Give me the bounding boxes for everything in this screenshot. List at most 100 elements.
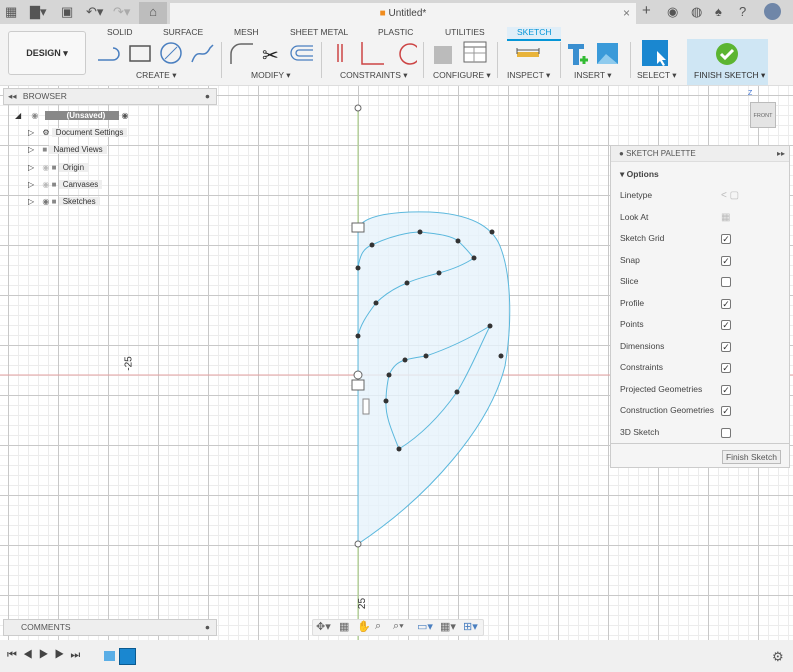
finish-sketch-button[interactable]: FINISH SKETCH ▾ xyxy=(687,39,768,85)
collapse-icon[interactable]: ◂◂ xyxy=(8,91,17,101)
display-settings-icon[interactable]: ▭▾ xyxy=(417,620,433,633)
undo-icon[interactable]: ↶▾ xyxy=(86,4,103,20)
create-menu[interactable]: CREATE ▾ xyxy=(136,70,176,81)
checkbox-slice[interactable] xyxy=(721,277,731,287)
modify-tools-icons[interactable]: ✂ xyxy=(228,40,318,68)
tab-sheet-metal[interactable]: SHEET METAL xyxy=(290,27,348,37)
divider xyxy=(221,42,222,78)
select-menu[interactable]: SELECT ▾ xyxy=(637,70,677,81)
options-section[interactable]: ▾ Options xyxy=(620,169,659,180)
configure-menu[interactable]: CONFIGURE ▾ xyxy=(433,70,491,81)
active-radio-icon[interactable]: ◉ xyxy=(122,111,129,120)
tab-mesh[interactable]: MESH xyxy=(234,27,259,37)
file-icon[interactable]: ▇▾ xyxy=(30,4,47,20)
fit-icon[interactable]: ⌕▾ xyxy=(393,620,404,633)
expand-icon[interactable]: ▷ xyxy=(28,145,34,154)
browser-item-sketches[interactable]: ▷ ◉ ■ Sketches xyxy=(28,195,100,208)
document-tab[interactable]: ■ Untitled* × xyxy=(170,3,636,24)
browser-item-canvases[interactable]: ▷ ◉ ■ Canvases xyxy=(28,178,103,191)
endpoint xyxy=(354,104,362,112)
expand-icon[interactable]: ▷ xyxy=(28,163,34,172)
checkbox-profile[interactable]: ✓ xyxy=(721,298,731,309)
gear-icon: ⚙ xyxy=(42,128,50,137)
timeline-controls[interactable]: ⏮◀▶▶⏭ xyxy=(7,649,86,662)
grid-settings-icon[interactable]: ▦▾ xyxy=(440,620,456,633)
checkbox-dimensions[interactable]: ✓ xyxy=(721,341,731,352)
avatar[interactable] xyxy=(764,3,781,20)
checkbox-3d-sketch[interactable] xyxy=(721,427,731,438)
folder-icon: ■ xyxy=(51,180,57,189)
svg-text:✂: ✂ xyxy=(262,45,279,67)
checkbox-snap[interactable]: ✓ xyxy=(721,255,731,266)
constraint-tools-icons[interactable] xyxy=(332,40,417,68)
pan-icon[interactable]: ✋ xyxy=(357,620,371,633)
view-cube[interactable]: Z FRONT xyxy=(746,90,780,132)
constraints-menu[interactable]: CONSTRAINTS ▾ xyxy=(340,70,408,81)
browser-item-document-settings[interactable]: ▷ ⚙ Document Settings xyxy=(28,126,128,139)
look-at-icon[interactable]: ▦ xyxy=(721,212,730,223)
checkbox-points[interactable]: ✓ xyxy=(721,320,731,330)
configure-tools-icons[interactable] xyxy=(432,40,492,68)
measure-icon[interactable] xyxy=(515,40,541,68)
add-comment-icon[interactable]: ● xyxy=(205,620,210,635)
extensions-icon[interactable]: ◉ xyxy=(667,4,678,20)
redo-icon[interactable]: ↷▾ xyxy=(113,4,130,20)
linetype-icons[interactable]: < ▢ xyxy=(721,190,739,201)
browser-item-named-views[interactable]: ▷ ■ Named Views xyxy=(28,143,107,156)
eye-icon[interactable]: ◉ xyxy=(42,197,49,206)
view-cube-front[interactable]: FRONT xyxy=(750,102,776,128)
modify-menu[interactable]: MODIFY ▾ xyxy=(251,70,291,81)
sketch-feature-icon[interactable] xyxy=(119,648,136,665)
inspect-menu[interactable]: INSPECT ▾ xyxy=(507,70,550,81)
expand-icon[interactable]: ▷ xyxy=(28,180,34,189)
browser-root[interactable]: ◢ ◉ (Unsaved) ◉ xyxy=(15,109,129,122)
tab-surface[interactable]: SURFACE xyxy=(163,27,203,37)
expand-panel-icon[interactable]: ▸▸ xyxy=(777,146,785,162)
plus-icon[interactable]: + xyxy=(642,2,651,19)
finish-sketch-palette-button[interactable]: Finish Sketch xyxy=(721,450,781,464)
dimension-vertical[interactable]: -25 xyxy=(124,356,135,370)
tab-solid[interactable]: SOLID xyxy=(107,27,133,37)
tab-plastic[interactable]: PLASTIC xyxy=(378,27,413,37)
orbit-icon[interactable]: ✥▾ xyxy=(316,620,331,633)
item-label: Document Settings xyxy=(51,128,128,137)
bell-icon[interactable]: ♠ xyxy=(715,4,722,19)
tab-utilities[interactable]: UTILITIES xyxy=(445,27,485,37)
workspace-switcher[interactable]: DESIGN ▾ xyxy=(8,31,86,75)
palette-row-3d-sketch: 3D Sketch xyxy=(620,426,660,437)
viewports-icon[interactable]: ⊞▾ xyxy=(463,620,478,633)
close-icon[interactable]: × xyxy=(623,3,630,24)
insert-tools-icons[interactable] xyxy=(566,42,621,68)
checkbox-projected-geometries[interactable]: ✓ xyxy=(721,384,731,395)
browser-item-origin[interactable]: ▷ ◉ ■ Origin xyxy=(28,161,89,174)
expand-icon[interactable]: ▷ xyxy=(28,128,34,137)
look-at-icon[interactable]: ▦ xyxy=(339,620,349,633)
minimize-icon[interactable]: ● xyxy=(205,89,210,104)
save-icon[interactable]: ▣ xyxy=(61,4,73,20)
eye-hidden-icon[interactable]: ◉ xyxy=(42,163,49,172)
eye-icon[interactable]: ◉ xyxy=(31,111,38,120)
create-tools-icons[interactable] xyxy=(95,40,220,68)
divider xyxy=(560,42,561,78)
gear-icon[interactable]: ⚙ xyxy=(772,649,784,665)
grid-icon[interactable]: ▦ xyxy=(5,4,17,20)
canvas-feature-icon[interactable] xyxy=(104,651,115,661)
checkbox-sketch-grid[interactable]: ✓ xyxy=(721,234,731,244)
checkbox-construction-geometries[interactable]: ✓ xyxy=(721,406,731,416)
tab-sketch[interactable]: SKETCH xyxy=(507,27,562,41)
expand-icon[interactable]: ▷ xyxy=(28,197,34,206)
dimension-horizontal[interactable]: 25 xyxy=(357,598,368,609)
palette-row-look-at: Look At xyxy=(620,211,649,222)
home-icon[interactable]: ⌂ xyxy=(139,2,167,24)
job-status-icon[interactable]: ◍ xyxy=(691,4,702,20)
zoom-icon[interactable]: ⌕ xyxy=(375,620,381,633)
palette-row-snap: Snap xyxy=(620,254,640,265)
eye-hidden-icon[interactable]: ◉ xyxy=(42,180,49,189)
insert-menu[interactable]: INSERT ▾ xyxy=(574,70,612,81)
checkbox-constraints[interactable]: ✓ xyxy=(721,363,731,373)
navigation-bar: ✥▾ ▦ ✋ ⌕ ⌕▾ ▭▾ ▦▾ ⊞▾ xyxy=(312,619,484,636)
help-icon[interactable]: ? xyxy=(739,4,746,19)
select-icon[interactable] xyxy=(641,39,669,67)
palette-title: SKETCH PALETTE xyxy=(626,149,696,158)
expand-icon[interactable]: ◢ xyxy=(15,111,21,120)
